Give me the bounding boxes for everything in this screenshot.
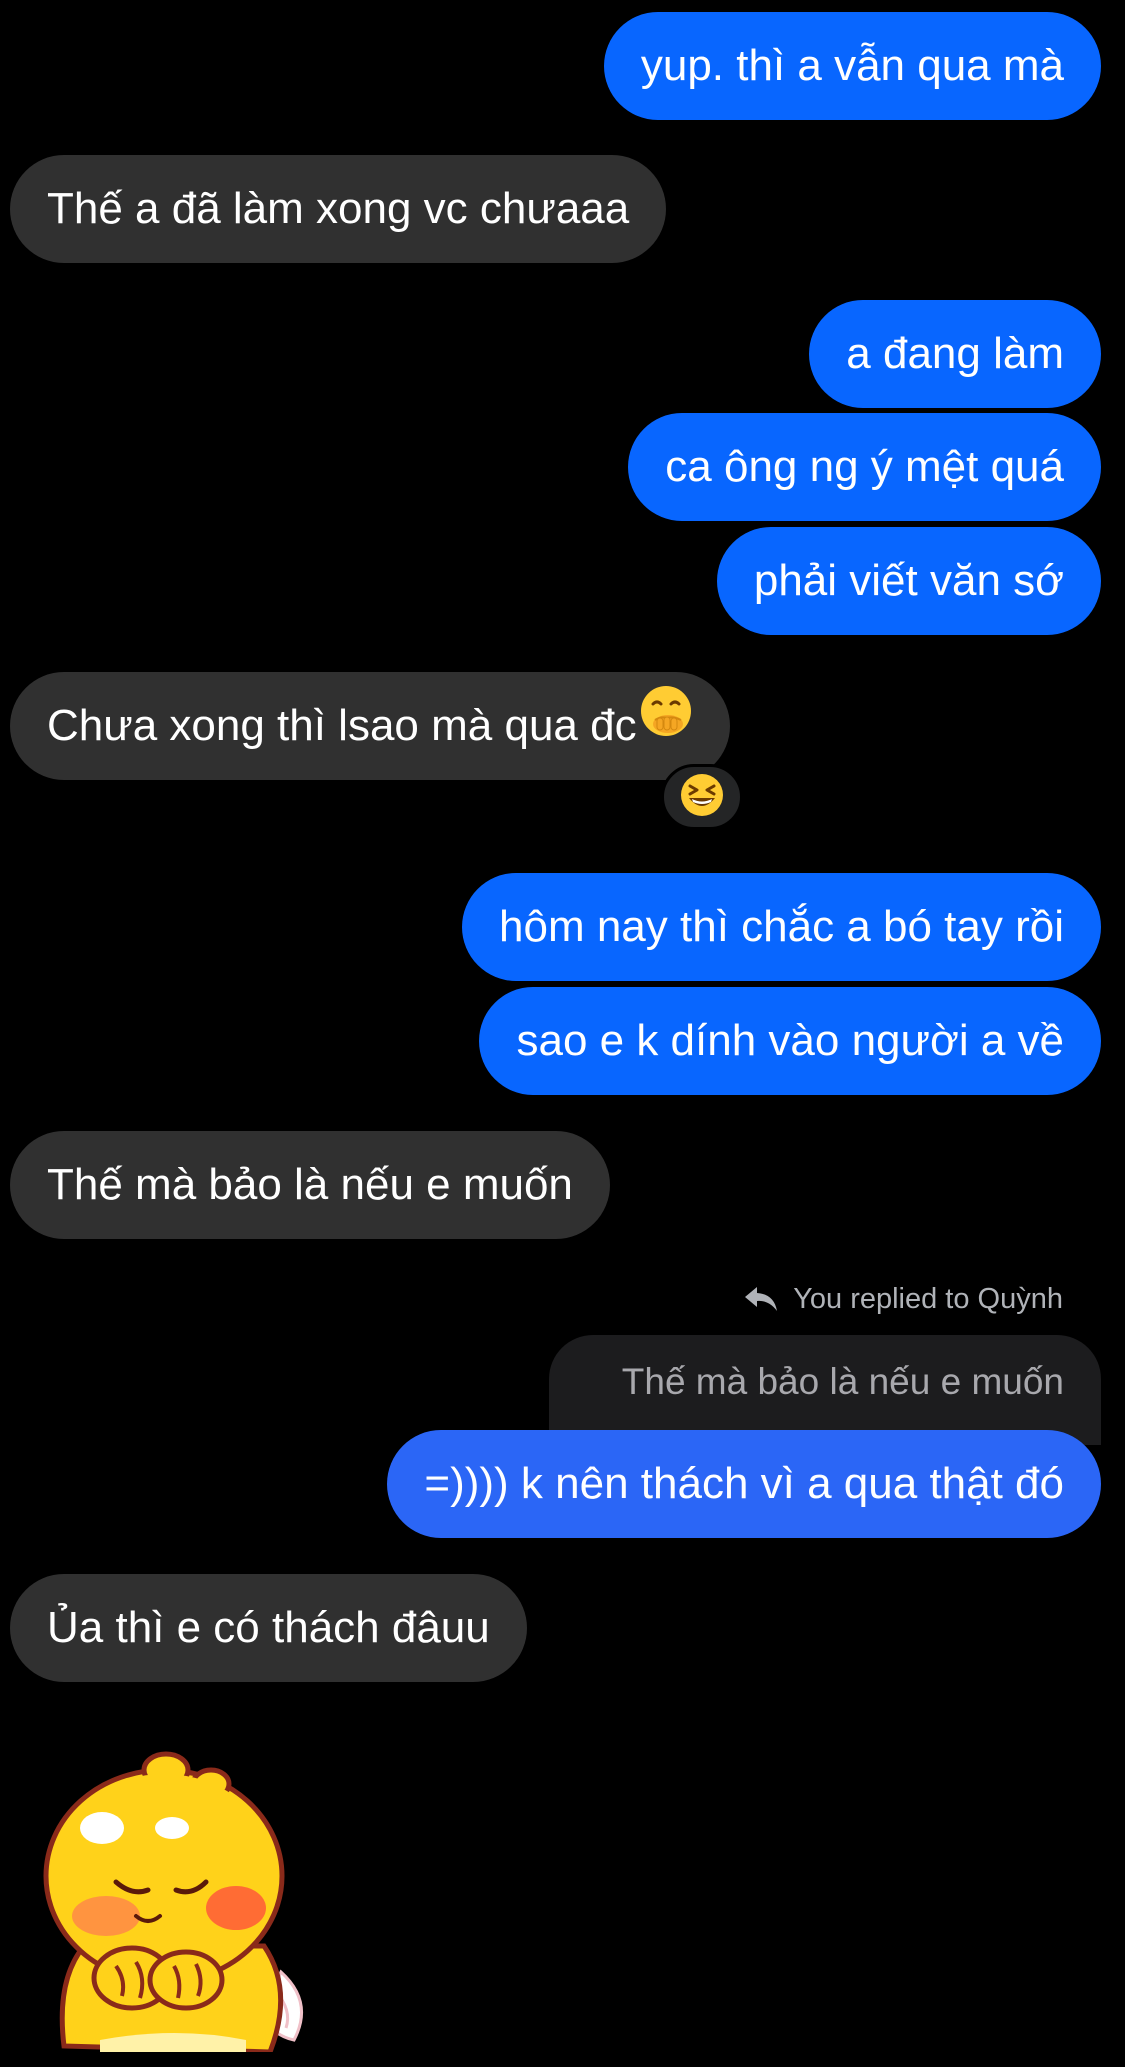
outgoing-message-bubble[interactable]: ca ông ng ý mệt quá — [628, 413, 1101, 521]
message-text: a đang làm — [846, 329, 1064, 378]
outgoing-message-bubble[interactable]: hôm nay thì chắc a bó tay rồi — [462, 873, 1101, 981]
reply-header: You replied to Quỳnh — [743, 1279, 1063, 1319]
outgoing-message-bubble[interactable]: =)))) k nên thách vì a qua thật đó — [387, 1430, 1101, 1538]
message-text: sao e k dính vào người a về — [516, 1016, 1064, 1065]
quoted-text: Thế mà bảo là nếu e muốn — [621, 1361, 1064, 1402]
message-text: Ủa thì e có thách đâuu — [47, 1603, 490, 1652]
incoming-message-bubble[interactable]: Thế mà bảo là nếu e muốn — [10, 1131, 610, 1239]
incoming-message-bubble[interactable]: Thế a đã làm xong vc chưaaa — [10, 155, 667, 263]
message-text: Chưa xong thì lsao mà qua đc — [47, 701, 637, 750]
reply-arrow-icon — [745, 1287, 778, 1311]
quoted-message[interactable]: Thế mà bảo là nếu e muốn — [549, 1335, 1101, 1445]
message-text: hôm nay thì chắc a bó tay rồi — [499, 902, 1064, 951]
face-with-hand-over-mouth-icon — [639, 670, 693, 778]
message-text: Thế mà bảo là nếu e muốn — [47, 1160, 573, 1209]
message-text: Thế a đã làm xong vc chưaaa — [47, 184, 630, 233]
yellow-chick-sticker[interactable] — [36, 1740, 326, 2057]
incoming-message-bubble[interactable]: Ủa thì e có thách đâuu — [10, 1574, 527, 1682]
outgoing-message-bubble[interactable]: yup. thì a vẫn qua mà — [603, 12, 1101, 120]
reaction-badge[interactable] — [661, 764, 743, 830]
message-text: yup. thì a vẫn qua mà — [640, 41, 1064, 90]
grinning-squinting-face-icon — [679, 772, 725, 823]
outgoing-message-bubble[interactable]: a đang làm — [809, 300, 1101, 408]
message-text: phải viết văn sớ — [753, 556, 1064, 605]
outgoing-message-bubble[interactable]: phải viết văn sớ — [716, 527, 1101, 635]
reply-header-label: You replied to Quỳnh — [793, 1283, 1063, 1315]
outgoing-message-bubble[interactable]: sao e k dính vào người a về — [479, 987, 1101, 1095]
message-text: ca ông ng ý mệt quá — [665, 442, 1064, 491]
message-text: =)))) k nên thách vì a qua thật đó — [424, 1459, 1064, 1508]
incoming-message-bubble[interactable]: Chưa xong thì lsao mà qua đc — [10, 672, 730, 780]
